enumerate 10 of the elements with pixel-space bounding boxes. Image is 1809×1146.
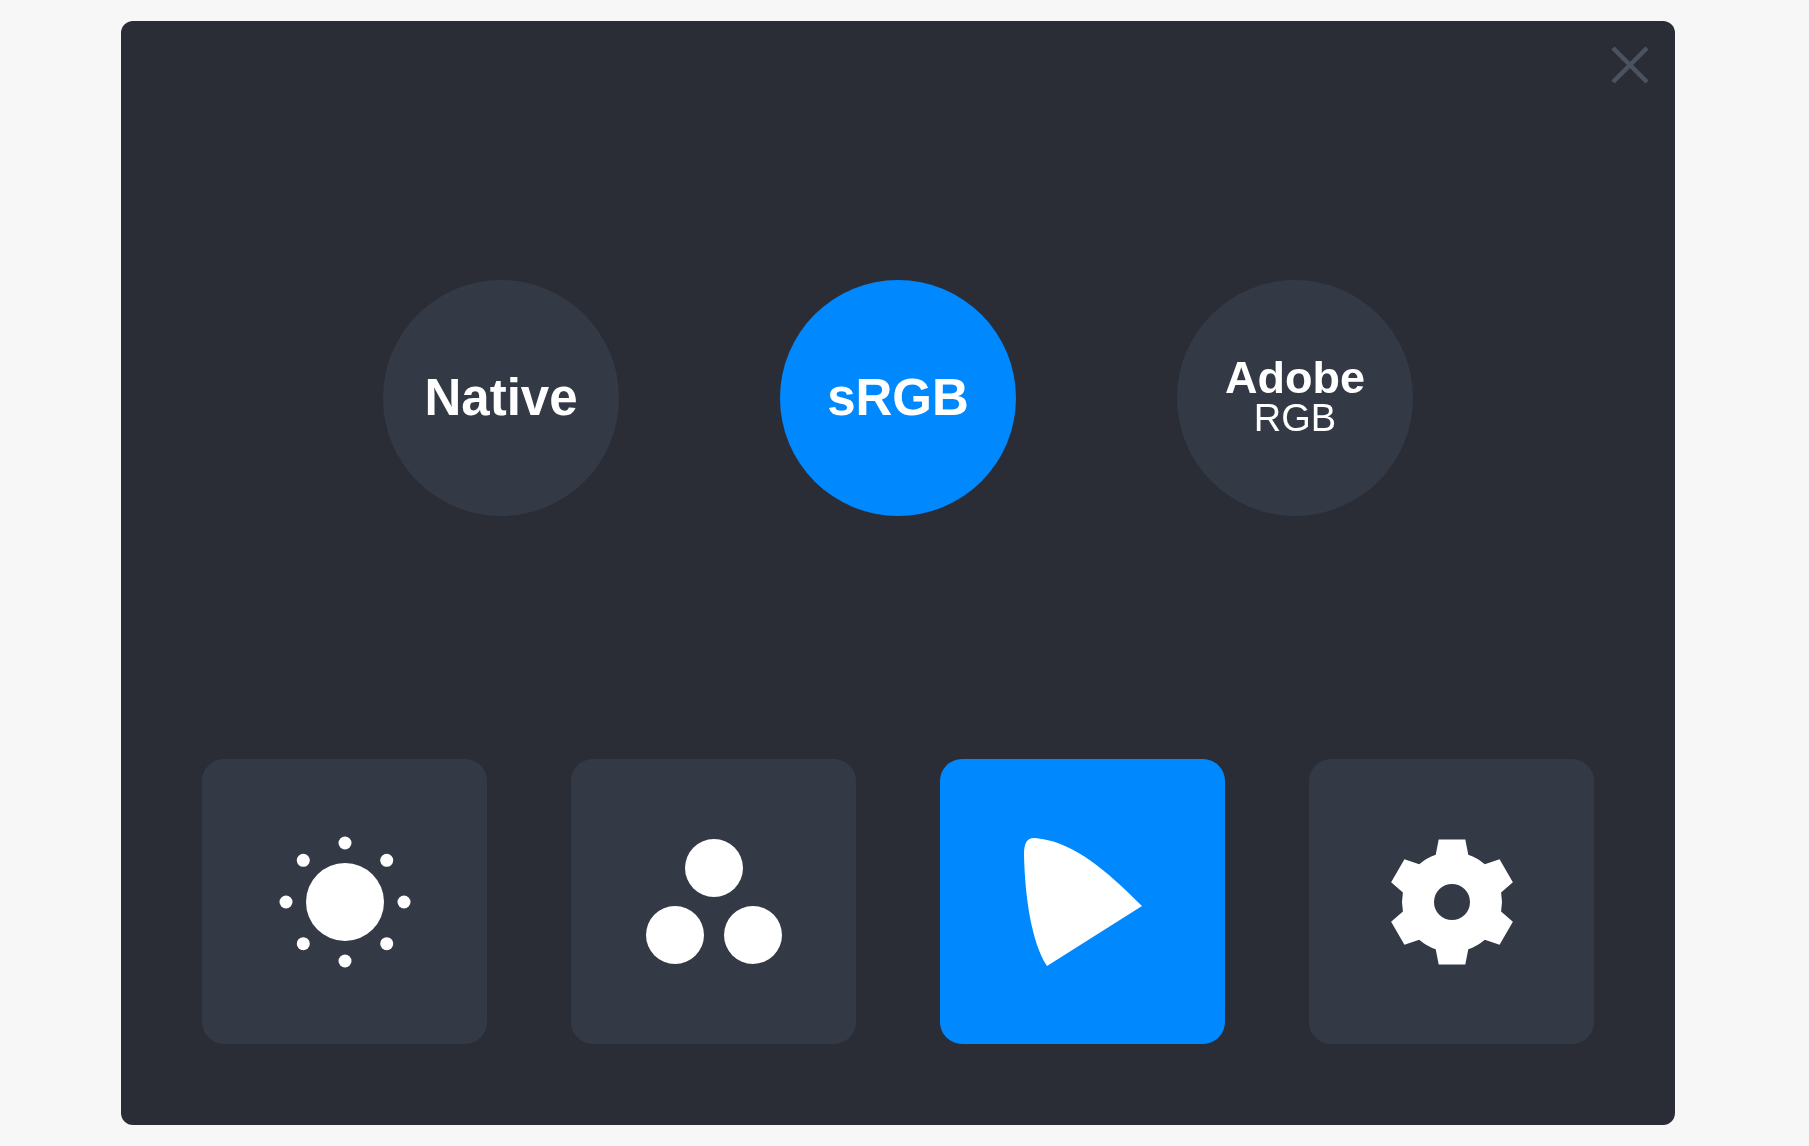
gamut-shape-icon — [1022, 836, 1143, 967]
color-mode-button[interactable]: sRGB — [780, 280, 1016, 516]
tool-button[interactable] — [571, 759, 856, 1044]
color-mode-button[interactable]: Adobe RGB — [1177, 280, 1413, 516]
tool-button[interactable] — [1309, 759, 1594, 1044]
close-icon — [1611, 46, 1649, 84]
three-circles-icon — [645, 838, 782, 965]
tool-button[interactable] — [202, 759, 487, 1044]
color-mode-button[interactable]: Native — [383, 280, 619, 516]
sun-icon — [278, 835, 411, 968]
